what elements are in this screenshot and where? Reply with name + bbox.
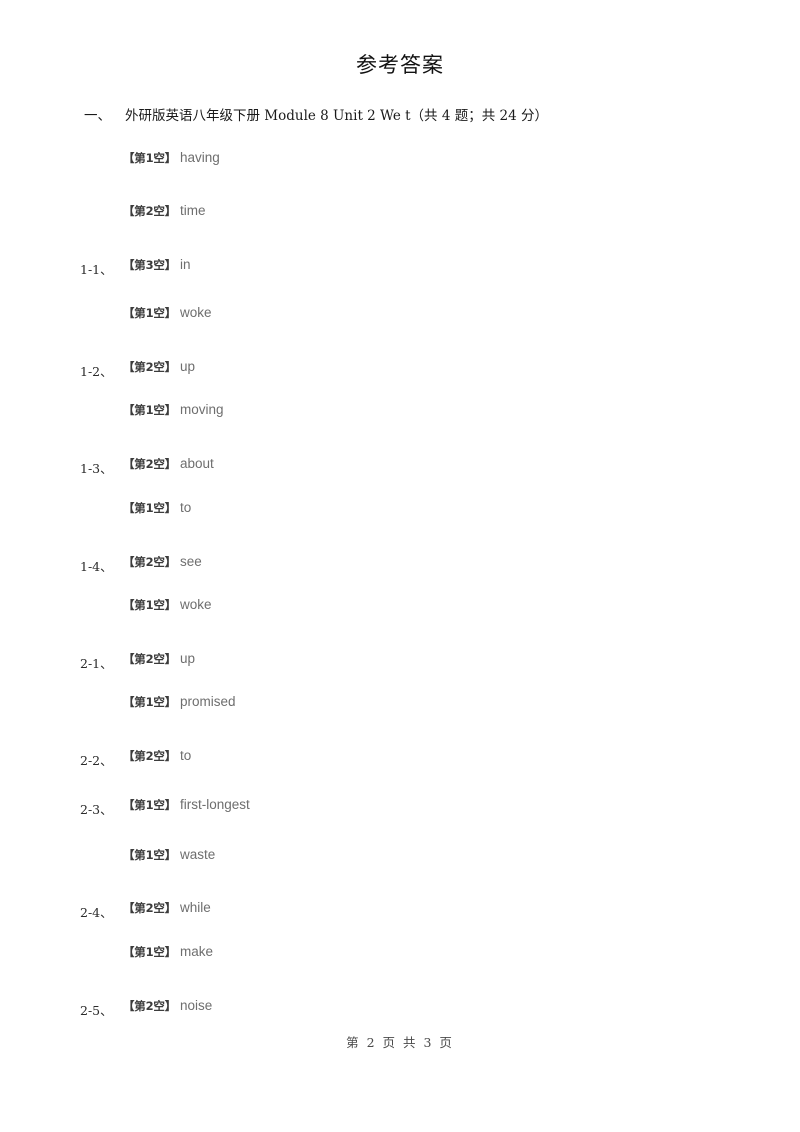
blank-label: 【第1空】 <box>123 695 177 709</box>
page-footer: 第 2 页 共 3 页 <box>346 1035 454 1050</box>
blank-label: 【第2空】 <box>123 555 177 569</box>
answer-value: up <box>180 359 196 374</box>
answer-item-number: 2-5、 <box>80 1003 113 1018</box>
answer-value: time <box>180 203 206 218</box>
answer-value: woke <box>180 305 212 320</box>
answer-value: promised <box>180 694 236 709</box>
answer-item-number: 2-2、 <box>80 753 113 768</box>
blank-label: 【第1空】 <box>123 848 177 862</box>
blank-label: 【第1空】 <box>123 306 177 320</box>
answer-value: noise <box>180 998 213 1013</box>
answer-sheet-page: 参考答案 一、 外研版英语八年级下册 Module 8 Unit 2 We t（共… <box>0 0 800 1132</box>
answer-value: up <box>180 651 196 666</box>
blank-label: 【第1空】 <box>123 945 177 959</box>
blank-label: 【第2空】 <box>123 652 177 666</box>
blank-label: 【第1空】 <box>123 598 177 612</box>
answer-item-number: 1-4、 <box>80 559 113 574</box>
answer-value: waste <box>180 847 216 862</box>
answer-value: in <box>180 257 191 272</box>
blank-label: 【第2空】 <box>123 204 177 218</box>
blank-label: 【第1空】 <box>123 151 177 165</box>
answer-item-number: 2-3、 <box>80 802 113 817</box>
blank-label: 【第2空】 <box>123 749 177 763</box>
blank-label: 【第2空】 <box>123 360 177 374</box>
answer-value: having <box>180 150 220 165</box>
answer-value: while <box>180 900 211 915</box>
blank-label: 【第2空】 <box>123 999 177 1013</box>
answer-item-number: 2-1、 <box>80 656 113 671</box>
answer-value: to <box>180 748 192 763</box>
answer-item-number: 1-3、 <box>80 461 113 476</box>
blank-label: 【第1空】 <box>123 798 177 812</box>
answer-list: 【第1空】 having 【第2空】 time 1-1、 【第3空】 in 【第1空】 woke… <box>0 0 800 1018</box>
blank-label: 【第1空】 <box>123 501 177 515</box>
blank-label: 【第2空】 <box>123 457 177 471</box>
answer-item-number: 2-4、 <box>80 905 113 920</box>
answer-value: woke <box>180 597 212 612</box>
answer-item-number: 1-2、 <box>80 364 113 379</box>
answer-value: moving <box>180 402 224 417</box>
answer-value: about <box>180 456 214 471</box>
answer-value: see <box>180 554 202 569</box>
answer-value: make <box>180 944 214 959</box>
answer-value: to <box>180 500 192 515</box>
blank-label: 【第3空】 <box>123 258 177 272</box>
answer-item-number: 1-1、 <box>80 262 113 277</box>
answer-value: first-longest <box>180 797 250 812</box>
blank-label: 【第1空】 <box>123 403 177 417</box>
blank-label: 【第2空】 <box>123 901 177 915</box>
